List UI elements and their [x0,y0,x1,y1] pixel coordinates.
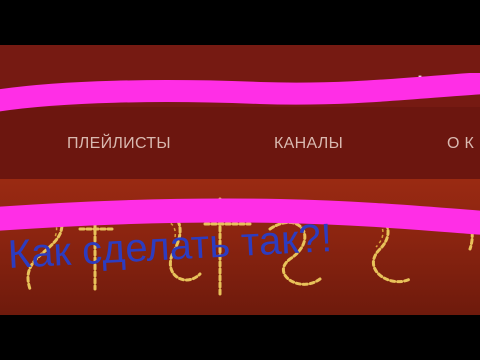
screenshot-frame: ⋮ ПЛЕЙЛИСТЫ КАНАЛЫ О К Как сделать так?! [0,45,480,315]
letterbox-bottom [0,315,480,360]
letterbox-top [0,0,480,45]
tab-playlists[interactable]: ПЛЕЙЛИСТЫ [67,135,171,153]
marker-scribble-top [0,73,480,112]
tab-channels[interactable]: КАНАЛЫ [274,135,343,153]
tab-about[interactable]: О К [447,135,474,153]
